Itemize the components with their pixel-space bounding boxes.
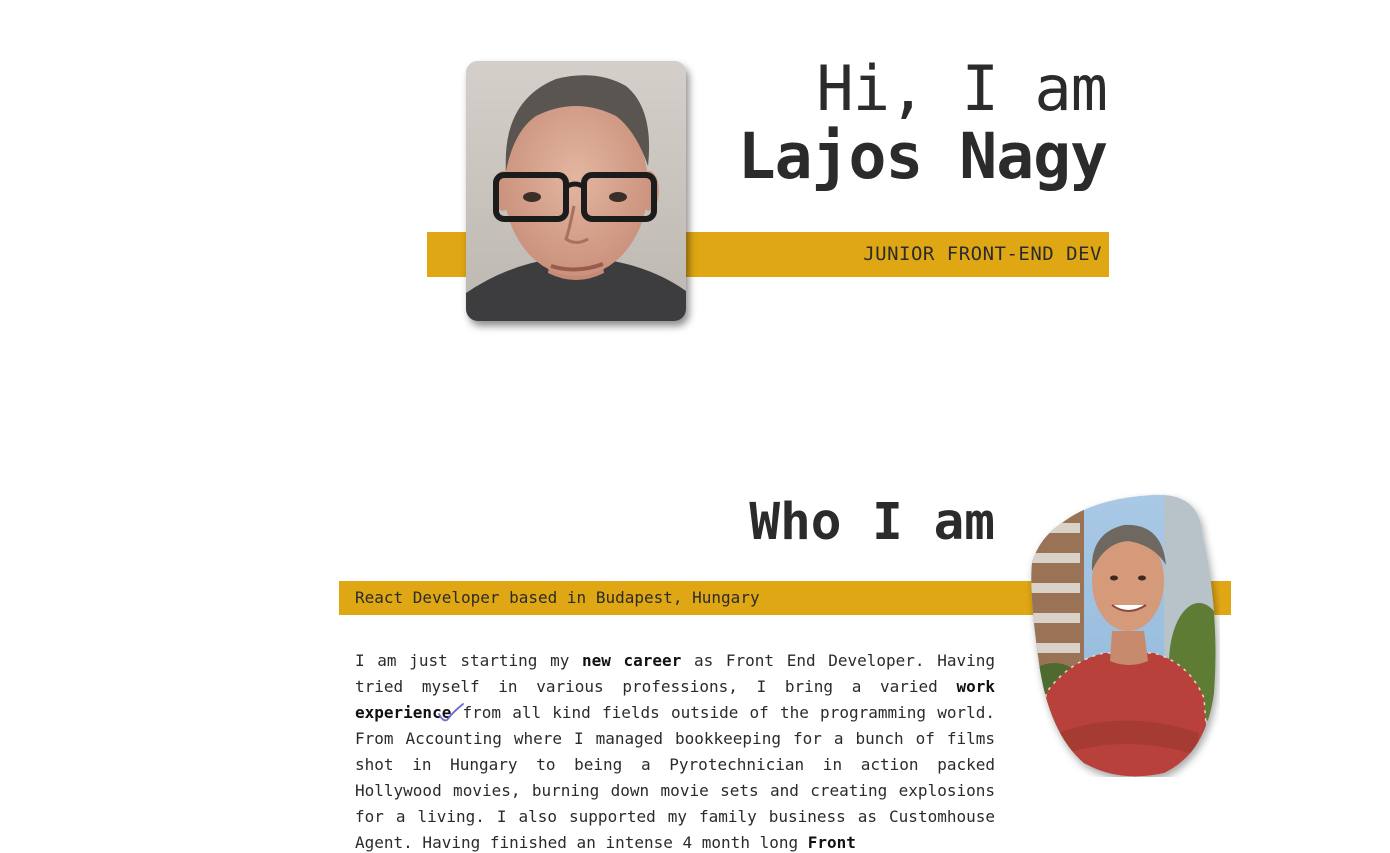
- page: JUNIOR FRONT-END DEV Hi, I am Lajos Nagy…: [0, 0, 1390, 853]
- about-subtitle: React Developer based in Budapest, Hunga…: [355, 588, 760, 607]
- portrait-photo-icon: [466, 61, 686, 321]
- portrait-outdoor-photo-icon: [1031, 494, 1216, 777]
- about-highlight-front: Front: [807, 833, 856, 852]
- about-portrait-photo: [1024, 493, 1220, 777]
- about-text-part: I am just starting my: [355, 651, 582, 670]
- about-highlight-career: new career: [581, 651, 682, 670]
- about-title: Who I am: [749, 493, 995, 552]
- about-paragraph: I am just starting my new career as Fron…: [355, 648, 995, 853]
- hero-role: JUNIOR FRONT-END DEV: [863, 243, 1102, 265]
- check-mark-icon: [438, 703, 464, 722]
- hero-greeting: Hi, I am: [816, 52, 1108, 125]
- about-text-part: from all kind fields outside of the prog…: [355, 703, 995, 852]
- hero-portrait-photo: [466, 61, 686, 321]
- hero-name: Lajos Nagy: [737, 120, 1108, 193]
